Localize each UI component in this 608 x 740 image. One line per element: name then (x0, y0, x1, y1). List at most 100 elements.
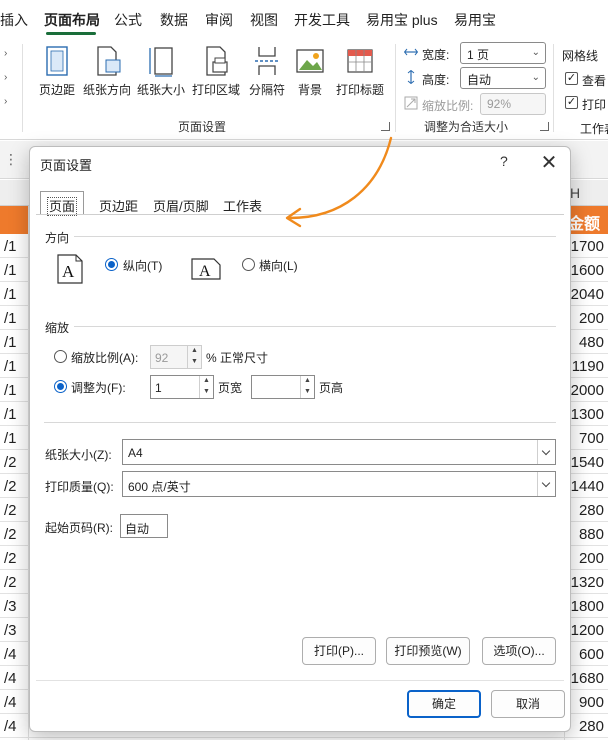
gridlines-view-label: 查看 (582, 74, 607, 88)
close-icon[interactable]: ✕ (538, 150, 560, 175)
up-icon: ▲ (203, 377, 210, 384)
chevron-down-icon (537, 440, 555, 464)
tab-divider (36, 214, 564, 215)
group-separator (395, 44, 396, 132)
fit-width-combo[interactable]: 1 页 ⌄ (460, 42, 546, 64)
gridlines-print-checkbox[interactable]: ✓ (565, 96, 578, 109)
amount-header: 金额 (567, 216, 600, 233)
tab-review[interactable]: 审阅 (205, 10, 233, 30)
normal-size-label: % 正常尺寸 (206, 351, 269, 365)
first-page-number-label: 起始页码(R): (45, 521, 113, 535)
tab-margins[interactable]: 页边距 (90, 191, 147, 215)
orientation-section-label: 方向 (45, 231, 70, 245)
paper-size-label: 纸张大小(Z): (45, 448, 112, 462)
fit-group-label: 调整为合适大小 (424, 120, 509, 134)
print-preview-button[interactable]: 打印预览(W) (386, 637, 470, 665)
gridlines-view-checkbox[interactable]: ✓ (565, 72, 578, 85)
print-quality-label: 打印质量(Q): (45, 480, 114, 494)
chevron-down-icon: ⌄ (531, 47, 540, 58)
ribbon-tab-bar: 插入 页面布局 公式 数据 审阅 视图 开发工具 易用宝 plus 易用宝 (0, 0, 608, 38)
tab-header-footer[interactable]: 页眉/页脚 (144, 191, 218, 215)
pages-wide-label: 页宽 (218, 381, 243, 395)
help-icon[interactable]: ? (500, 153, 508, 169)
tab-sheet[interactable]: 工作表 (214, 191, 271, 215)
paper-size-combo[interactable]: A4 (122, 439, 556, 465)
options-button[interactable]: 选项(O)... (482, 637, 556, 665)
adjust-to-label: 缩放比例(A): (71, 351, 139, 365)
tab-data[interactable]: 数据 (160, 10, 188, 30)
tab-developer[interactable]: 开发工具 (294, 10, 350, 30)
gridlines-print-label: 打印 (582, 98, 607, 112)
down-icon: ▼ (304, 388, 311, 395)
chevron-down-icon (537, 472, 555, 496)
print-area-icon (206, 46, 228, 76)
tab-page-layout[interactable]: 页面布局 (44, 10, 100, 30)
tab-page[interactable]: 页面 (40, 191, 85, 216)
landscape-page-icon: A (191, 258, 221, 280)
portrait-radio[interactable] (105, 258, 118, 271)
svg-text:A: A (62, 262, 75, 281)
up-icon: ▲ (191, 347, 198, 354)
sheet-options-group-label: 工作表 (580, 122, 608, 136)
page-setup-launcher-icon[interactable] (381, 122, 390, 131)
orientation-button[interactable]: 纸张方向 (82, 44, 132, 98)
width-icon (404, 48, 418, 56)
tab-view[interactable]: 视图 (250, 10, 278, 30)
group-separator (22, 44, 23, 132)
active-tab-indicator (46, 32, 96, 35)
print-quality-combo[interactable]: 600 点/英寸 (122, 471, 556, 497)
chevron-icon: › (4, 72, 8, 83)
size-button[interactable]: 纸张大小 (136, 44, 186, 98)
background-image-icon (296, 49, 324, 73)
tab-easyuse-plus[interactable]: 易用宝 plus (366, 10, 438, 30)
pages-wide-spinner[interactable]: 1 ▲ ▼ (150, 375, 214, 399)
print-titles-button[interactable]: 打印标题 (332, 44, 388, 98)
scaling-section-label: 缩放 (45, 321, 70, 335)
breaks-button[interactable]: 分隔符 (246, 44, 288, 98)
fit-launcher-icon[interactable] (540, 122, 549, 131)
tab-insert[interactable]: 插入 (0, 10, 28, 30)
pages-tall-label: 页高 (319, 381, 344, 395)
group-separator (553, 44, 554, 132)
section-divider (74, 236, 556, 237)
page-setup-dialog: 页面设置 ? ✕ 页面 页边距 页眉/页脚 工作表 方向 A 纵向(T) A 横… (29, 146, 571, 732)
up-icon: ▲ (304, 377, 311, 384)
scale-icon (404, 96, 418, 110)
print-titles-icon (347, 49, 373, 73)
landscape-label: 横向(L) (259, 259, 298, 273)
fit-to-radio[interactable] (54, 380, 67, 393)
background-button[interactable]: 背景 (292, 44, 328, 98)
paper-size-icon (149, 47, 173, 77)
print-area-button[interactable]: 打印区域 (190, 44, 242, 98)
height-icon (407, 70, 415, 84)
fit-height-combo[interactable]: 自动 ⌄ (460, 67, 546, 89)
gridlines-label: 网格线 (562, 49, 599, 63)
section-divider (74, 326, 556, 327)
portrait-label: 纵向(T) (123, 259, 163, 273)
breaks-icon (255, 47, 279, 75)
tab-formulas[interactable]: 公式 (114, 10, 142, 30)
margins-icon (46, 46, 68, 76)
fit-to-label: 调整为(F): (71, 381, 126, 395)
margins-button[interactable]: 页边距 (36, 44, 78, 98)
landscape-radio[interactable] (242, 258, 255, 271)
down-icon: ▼ (203, 388, 210, 395)
chevron-icon: › (4, 96, 8, 107)
svg-text:A: A (199, 263, 211, 280)
adjust-to-radio[interactable] (54, 350, 67, 363)
chevron-down-icon: ⌄ (531, 72, 540, 83)
pages-tall-spinner[interactable]: ▲ ▼ (251, 375, 315, 399)
chevron-icon: › (4, 48, 8, 59)
more-icon: ⋮ (4, 151, 18, 167)
first-page-number-input[interactable]: 自动 (120, 514, 168, 538)
ok-button[interactable]: 确定 (407, 690, 481, 718)
page-setup-group-label: 页面设置 (178, 120, 227, 134)
print-button[interactable]: 打印(P)... (302, 637, 376, 665)
portrait-page-icon: A (57, 254, 83, 284)
fit-scale-spinner[interactable]: 92% (480, 93, 546, 115)
adjust-to-spinner[interactable]: 92 ▲ ▼ (150, 345, 202, 369)
cancel-button[interactable]: 取消 (491, 690, 565, 718)
tab-easyuse[interactable]: 易用宝 (454, 10, 496, 30)
column-letter-h: H (570, 185, 581, 201)
dialog-title: 页面设置 (40, 158, 93, 173)
